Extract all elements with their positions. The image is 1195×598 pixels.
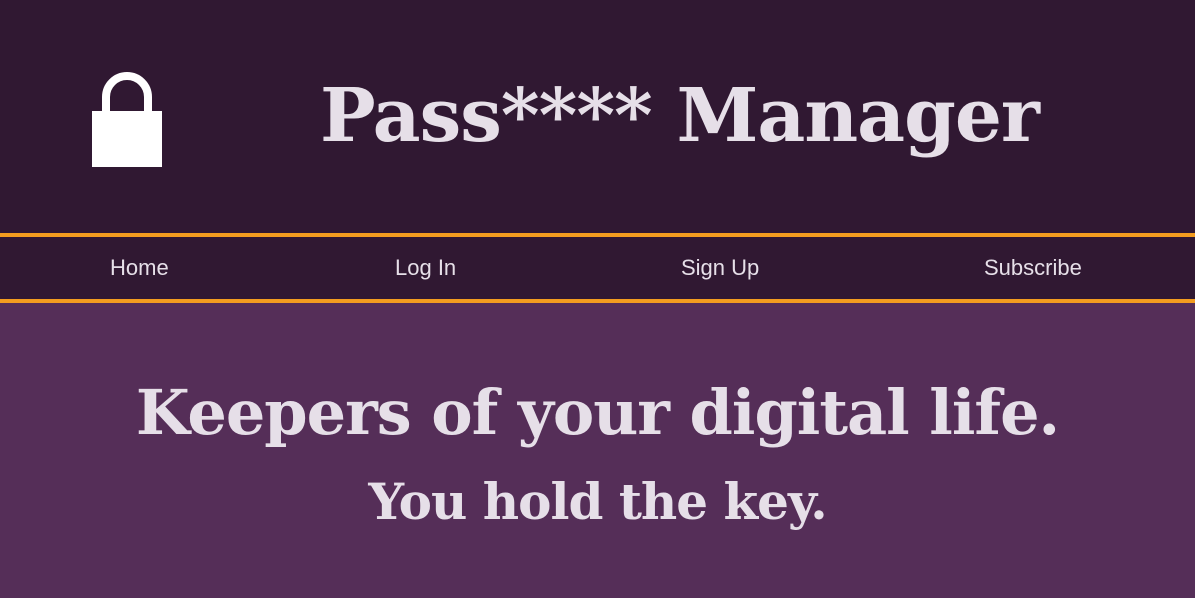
hero-headline: Keepers of your digital life. xyxy=(135,376,1060,449)
nav-home-link[interactable]: Home xyxy=(110,237,169,299)
hero-tagline: You hold the key. xyxy=(368,472,827,531)
hero-section: Keepers of your digital life. You hold t… xyxy=(0,303,1195,598)
nav-subscribe-link[interactable]: Subscribe xyxy=(984,237,1082,299)
site-header: Pass**** Manager xyxy=(0,0,1195,233)
site-title: Pass**** Manager xyxy=(320,73,1040,159)
nav-signup-link[interactable]: Sign Up xyxy=(681,237,759,299)
main-nav: Home Log In Sign Up Subscribe xyxy=(0,233,1195,303)
lock-icon xyxy=(92,72,162,167)
nav-login-link[interactable]: Log In xyxy=(395,237,456,299)
